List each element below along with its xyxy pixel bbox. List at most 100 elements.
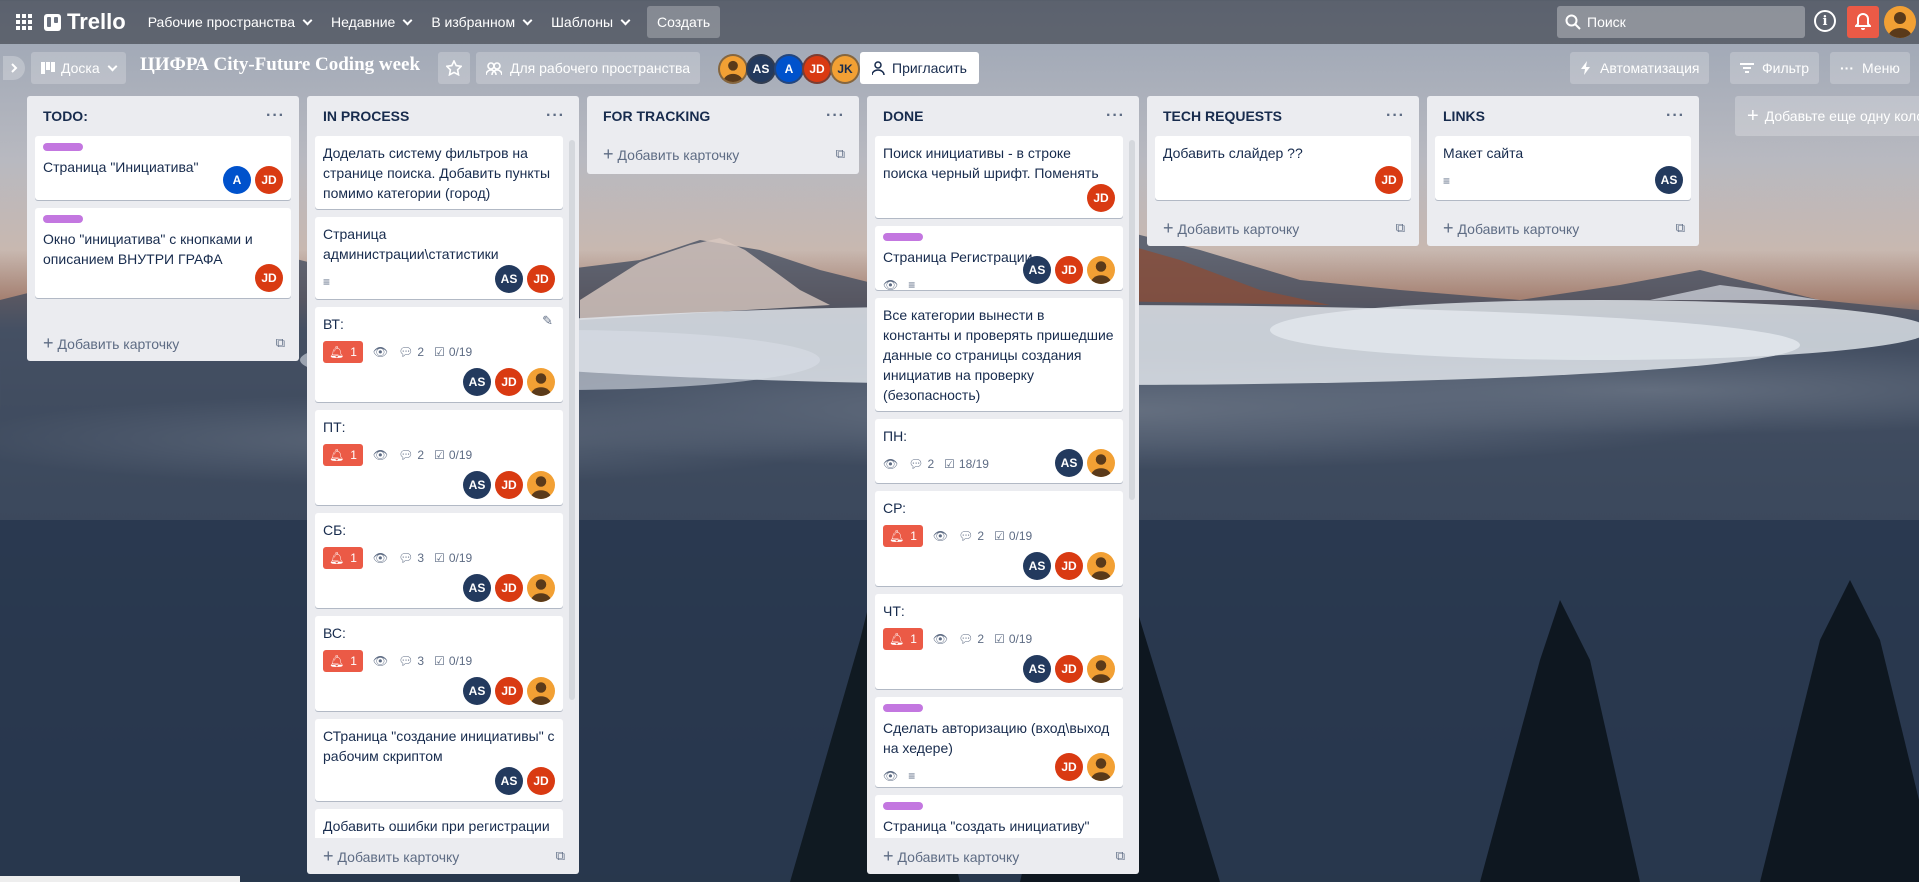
card-template-icon[interactable]: ⧉ [1116,848,1125,864]
member-avatar[interactable]: JD [1055,655,1083,683]
card[interactable]: Страница "Инициатива" A JD [35,136,291,200]
account-avatar[interactable] [1884,6,1916,38]
templates-menu[interactable]: Шаблоны [541,6,639,38]
info-icon[interactable]: i [1814,10,1836,32]
list-title[interactable]: TECH REQUESTS [1163,108,1282,124]
card[interactable]: Страница "создать инициативу" [875,795,1123,838]
member-avatar[interactable] [527,471,555,499]
member-avatar[interactable]: AS [463,471,491,499]
member-avatar[interactable] [1087,753,1115,781]
member-avatar[interactable]: AS [463,677,491,705]
list-menu-icon[interactable]: ··· [1106,108,1125,124]
card[interactable]: Поиск инициативы - в строке поиска черны… [875,136,1123,218]
member-avatar[interactable]: JD [1055,256,1083,284]
list-menu-icon[interactable]: ··· [826,108,845,124]
add-card-button[interactable]: + Добавить карточку ⧉ [27,325,299,361]
list-header[interactable]: LINKS ··· [1427,96,1699,136]
trello-logo[interactable]: Trello [44,9,126,35]
recent-menu[interactable]: Недавние [321,6,421,38]
card-label[interactable] [43,215,83,223]
member-avatar[interactable]: AS [495,767,523,795]
visibility-button[interactable]: Для рабочего пространства [476,52,701,84]
member-avatar[interactable]: JD [495,574,523,602]
card-label[interactable] [883,802,923,810]
member-avatar[interactable]: AS [495,265,523,293]
board-view-switcher[interactable]: Доска [31,52,126,84]
due-badge[interactable]: 🔔︎ 1 [323,650,363,672]
search-box[interactable] [1557,6,1805,38]
card-template-icon[interactable]: ⧉ [836,146,845,162]
edit-pencil-icon[interactable]: ✎ [542,313,553,329]
member-avatar[interactable]: JD [1055,753,1083,781]
create-button[interactable]: Создать [647,6,721,38]
member-avatar[interactable]: JD [255,166,283,194]
workspaces-menu[interactable]: Рабочие пространства [138,6,321,38]
add-card-button[interactable]: + Добавить карточку ⧉ [307,838,579,874]
list-header[interactable]: TECH REQUESTS ··· [1147,96,1419,136]
card[interactable]: Добавить ошибки при регистрации и входе,… [315,809,563,838]
due-badge[interactable]: 🔔︎ 1 [323,547,363,569]
member-avatar[interactable] [527,574,555,602]
add-card-button[interactable]: + Добавить карточку ⧉ [867,838,1139,874]
card[interactable]: ВС: 🔔︎ 1 👁︎ 💬︎ 3 ☑ 0/19 AS JD [315,616,563,711]
list-header[interactable]: DONE ··· [867,96,1139,136]
member-avatar[interactable]: A [223,166,251,194]
list-title[interactable]: DONE [883,108,923,124]
card[interactable]: Добавить слайдер ?? JD [1155,136,1411,200]
add-list-button[interactable]: + Добавьте еще одну колонку [1735,96,1919,136]
filter-button[interactable]: Фильтр [1730,52,1820,84]
card[interactable]: СБ: 🔔︎ 1 👁︎ 💬︎ 3 ☑ 0/19 AS JD [315,513,563,608]
list-menu-icon[interactable]: ··· [546,108,565,124]
board-title[interactable]: ЦИФРА City-Future Coding week [140,54,420,76]
member-avatar[interactable]: JD [527,767,555,795]
card[interactable]: СР: 🔔︎ 1 👁︎ 💬︎ 2 ☑ 0/19 AS JD [875,491,1123,586]
member-avatar[interactable]: AS [1023,655,1051,683]
card[interactable]: Страница Регистрации 👁︎ ≡ AS JD [875,226,1123,292]
list-links[interactable]: LINKS ··· Макет сайта ≡ AS + Добавить карт… [1427,96,1699,246]
search-input[interactable] [1587,14,1787,30]
member-avatar[interactable]: A [774,54,804,84]
member-avatar[interactable]: AS [463,368,491,396]
list-done[interactable]: DONE ··· Поиск инициативы - в строке поис… [867,96,1139,874]
member-avatar[interactable]: JD [495,368,523,396]
card[interactable]: СТраница "создание инициативы" с рабочим… [315,719,563,801]
member-avatar[interactable]: JD [1055,552,1083,580]
member-avatar[interactable]: JD [255,264,283,292]
list-in-process[interactable]: IN PROCESS ··· Доделать систему фильтров … [307,96,579,874]
member-avatar[interactable]: AS [1023,552,1051,580]
member-avatar[interactable]: JK [830,54,860,84]
list-for-tracking[interactable]: FOR TRACKING ··· + Добавить карточку ⧉ [587,96,859,174]
member-avatar[interactable]: AS [1055,449,1083,477]
add-card-button[interactable]: + Добавить карточку ⧉ [587,136,859,172]
list-header[interactable]: TODO: ··· [27,96,299,136]
card[interactable]: Сделать авторизацию (вход\выход на хедер… [875,697,1123,787]
card[interactable]: ПН: 👁︎ 💬︎ 2 ☑ 18/19 AS [875,419,1123,483]
horizontal-scrollbar[interactable] [0,876,240,882]
member-avatar[interactable]: AS [1023,256,1051,284]
list-header[interactable]: IN PROCESS ··· [307,96,579,136]
card[interactable]: ЧТ: 🔔︎ 1 👁︎ 💬︎ 2 ☑ 0/19 AS JD [875,594,1123,689]
member-avatar[interactable]: AS [463,574,491,602]
member-avatar[interactable]: JD [527,265,555,293]
starred-menu[interactable]: В избранном [421,6,541,38]
automation-button[interactable]: Автоматизация [1570,52,1710,84]
member-avatar[interactable]: AS [746,54,776,84]
card-template-icon[interactable]: ⧉ [556,848,565,864]
due-badge[interactable]: 🔔︎ 1 [883,628,923,650]
card-template-icon[interactable]: ⧉ [1676,220,1685,236]
due-badge[interactable]: 🔔︎ 1 [323,444,363,466]
card[interactable]: Макет сайта ≡ AS [1435,136,1691,200]
card-label[interactable] [43,143,83,151]
list-menu-icon[interactable]: ··· [1666,108,1685,124]
list-title[interactable]: LINKS [1443,108,1485,124]
list-menu-icon[interactable]: ··· [266,108,285,124]
member-avatar[interactable]: JD [1375,166,1403,194]
list-title[interactable]: TODO: [43,108,88,124]
card[interactable]: ВТ: ✎ 🔔︎ 1 👁︎ 💬︎ 2 ☑ 0/19 AS JD [315,307,563,402]
member-avatar[interactable] [1087,552,1115,580]
menu-button[interactable]: ··· Меню [1830,52,1910,84]
card[interactable]: Доделать систему фильтров на странице по… [315,136,563,209]
list-menu-icon[interactable]: ··· [1386,108,1405,124]
member-avatar[interactable]: JD [495,471,523,499]
list-title[interactable]: IN PROCESS [323,108,409,124]
